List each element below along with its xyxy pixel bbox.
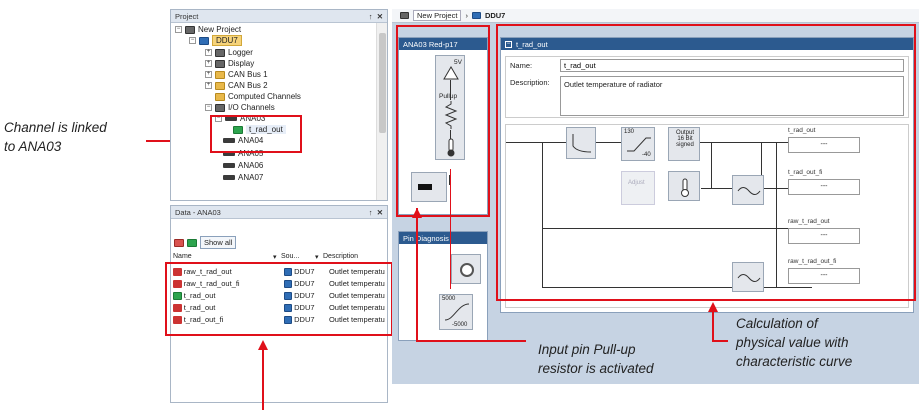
channel-filter-icon[interactable]: [187, 238, 197, 247]
sort-icon[interactable]: ▾: [273, 253, 281, 262]
arrow-line: [712, 340, 728, 342]
device-icon: [199, 36, 209, 45]
column-header-source[interactable]: Sou...: [281, 253, 315, 262]
show-all-button[interactable]: Show all: [200, 236, 237, 249]
expand-icon[interactable]: +: [205, 82, 212, 89]
device-icon: [471, 12, 481, 19]
annotation-text: Input pin Pull-up: [538, 342, 636, 357]
close-icon[interactable]: ✕: [377, 208, 383, 217]
curve-top-label: 5000: [442, 296, 456, 302]
curve-bottom-label: -5000: [452, 322, 468, 328]
project-panel-header: Project ↑ ✕: [171, 10, 387, 23]
tree-item-can-bus-2[interactable]: + CAN Bus 2: [205, 80, 268, 91]
tree-item-ana06[interactable]: ANA06: [223, 160, 263, 171]
tree-item-can-bus-1[interactable]: + CAN Bus 1: [205, 69, 268, 80]
arrow-head: [412, 208, 422, 218]
arrow-line: [262, 350, 264, 410]
column-header-name[interactable]: Name: [173, 253, 273, 262]
tree-label: DDU7: [212, 35, 242, 46]
folder-icon: [215, 81, 225, 90]
annotation-pullup: Input pin Pull-up resistor is activated: [538, 340, 654, 378]
tree-label: Display: [228, 59, 255, 68]
tree-label: CAN Bus 1: [228, 70, 268, 79]
tree-item-new-project[interactable]: − New Project: [175, 24, 241, 35]
highlight-channel-card: [496, 24, 916, 301]
tree-label: ANA07: [238, 173, 264, 182]
tree-label: CAN Bus 2: [228, 81, 268, 90]
annotation-text: characteristic curve: [736, 354, 853, 369]
panel-controls: ↑ ✕: [369, 12, 383, 21]
linear-curve-icon: [444, 303, 470, 321]
panel-controls: ↑ ✕: [369, 208, 383, 217]
breadcrumb: New Project › DDU7: [392, 9, 919, 23]
tree-label: New Project: [198, 25, 242, 34]
diagnosis-card: Pin Diagnosis 5000 -5000: [398, 231, 488, 341]
data-toolbar: Show all: [174, 236, 237, 249]
collapse-icon[interactable]: −: [175, 26, 182, 33]
tree-label: Logger: [228, 48, 253, 57]
breadcrumb-device[interactable]: DDU7: [485, 11, 505, 20]
arrow-line: [416, 340, 526, 342]
annotation-channel-linked: Channel is linked to ANA03: [4, 118, 107, 156]
tree-item-logger[interactable]: + Logger: [205, 47, 253, 58]
pin-icon[interactable]: ↑: [369, 12, 373, 21]
project-icon: [400, 12, 409, 19]
panel-title: Project: [175, 12, 199, 21]
tree-label: I/O Channels: [228, 103, 275, 112]
folder-icon: [215, 70, 225, 79]
arrow-head: [708, 302, 718, 312]
logger-icon: [215, 48, 225, 57]
panel-title: Data - ANA03: [175, 208, 221, 217]
collapse-icon[interactable]: −: [205, 104, 212, 111]
highlight-pin-card: [396, 25, 490, 217]
collapse-icon[interactable]: −: [189, 37, 196, 44]
expand-icon[interactable]: +: [205, 71, 212, 78]
expand-icon[interactable]: +: [205, 49, 212, 56]
tree-label: Computed Channels: [228, 92, 301, 101]
annotation-calculation: Calculation of physical value with chara…: [736, 314, 852, 371]
diagnosis-block[interactable]: [451, 254, 481, 284]
tree-item-computed-channels[interactable]: Computed Channels: [215, 91, 301, 102]
annotation-text: Calculation of: [736, 316, 818, 331]
chevron-right-icon: ›: [465, 11, 468, 20]
arrow-line: [416, 208, 418, 342]
diagnosis-card-title: Pin Diagnosis: [399, 232, 487, 244]
tree-item-io-channels[interactable]: − I/O Channels: [205, 102, 275, 113]
sort-icon[interactable]: ▾: [315, 253, 323, 262]
annotation-text: physical value with: [736, 335, 849, 350]
project-panel: Project ↑ ✕ − New Project − DDU7 + Logge…: [170, 9, 388, 201]
highlight-ana03: [210, 115, 302, 153]
diagnosis-curve-block[interactable]: 5000 -5000: [439, 294, 473, 330]
tree-item-ana07[interactable]: ANA07: [223, 172, 263, 183]
breadcrumb-project[interactable]: New Project: [413, 10, 462, 21]
close-icon[interactable]: ✕: [377, 12, 383, 21]
filter-icon[interactable]: [174, 238, 184, 247]
tree-label: ANA06: [238, 161, 264, 170]
tree-item-ddu7[interactable]: − DDU7: [189, 35, 242, 46]
tree-item-display[interactable]: + Display: [205, 58, 254, 69]
annotation-text: Channel is linked: [4, 120, 107, 135]
annotation-text: to ANA03: [4, 139, 62, 154]
pin-input-icon: [223, 163, 235, 168]
annotation-text: resistor is activated: [538, 361, 654, 376]
wire: [450, 169, 451, 289]
display-icon: [215, 59, 225, 68]
vertical-scrollbar[interactable]: [376, 23, 387, 200]
pin-icon[interactable]: ↑: [369, 208, 373, 217]
expand-icon[interactable]: +: [205, 60, 212, 67]
column-header-description[interactable]: Description: [323, 253, 358, 262]
data-panel-header: Data - ANA03 ↑ ✕: [171, 206, 387, 219]
arrow-head: [258, 340, 268, 350]
project-icon: [185, 25, 195, 34]
pin-input-icon: [223, 175, 235, 180]
highlight-data-rows: [165, 262, 393, 336]
folder-icon: [215, 92, 225, 101]
diagnosis-gauge-icon: [460, 263, 474, 277]
io-icon: [215, 103, 225, 112]
scrollbar-thumb[interactable]: [379, 33, 386, 133]
